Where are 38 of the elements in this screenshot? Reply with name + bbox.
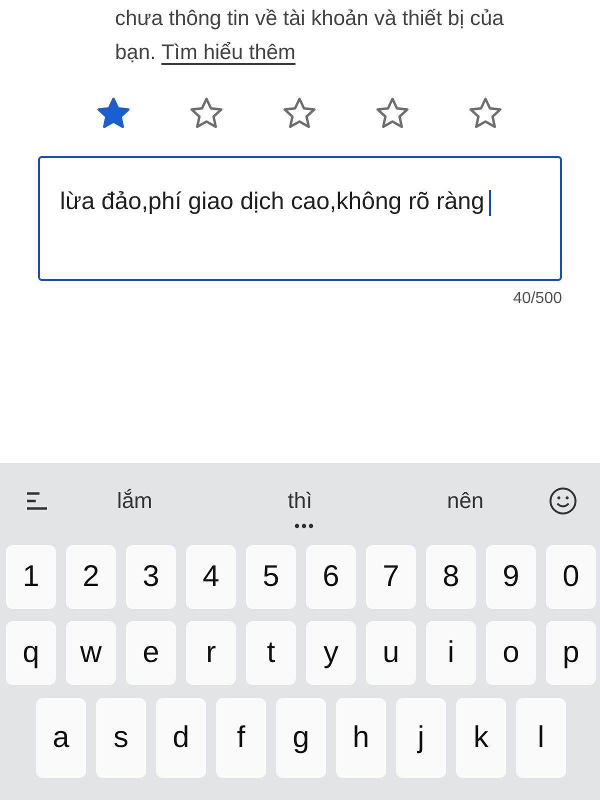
suggestion-word[interactable]: nên: [382, 488, 548, 514]
keyboard-key[interactable]: w: [66, 621, 116, 685]
keyboard-key[interactable]: a: [36, 698, 86, 778]
keyboard-key[interactable]: p: [546, 621, 596, 685]
keyboard-key[interactable]: 8: [426, 545, 476, 609]
keyboard-key[interactable]: d: [156, 698, 206, 778]
learn-more-link[interactable]: Tìm hiểu thêm: [161, 41, 296, 64]
keyboard-key[interactable]: 7: [366, 545, 416, 609]
keyboard-key[interactable]: y: [306, 621, 356, 685]
keyboard-key[interactable]: e: [126, 621, 176, 685]
keyboard-key[interactable]: g: [276, 698, 326, 778]
info-paragraph: chưa thông tin về tài khoản và thiết bị của bạn. Tìm hiểu thêm: [114, 6, 505, 66]
keyboard-key[interactable]: o: [486, 621, 536, 685]
keyboard-key[interactable]: 3: [126, 545, 176, 609]
more-dots-icon[interactable]: [292, 523, 316, 529]
keyboard-key[interactable]: u: [366, 621, 416, 685]
review-input-field[interactable]: lừa đảo,phí giao dịch cao,không rõ ràng: [38, 156, 562, 281]
keyboard-key[interactable]: j: [396, 698, 446, 778]
keyboard-key[interactable]: 5: [246, 545, 296, 609]
keyboard-key[interactable]: h: [336, 698, 386, 778]
keyboard-key[interactable]: 6: [306, 545, 356, 609]
keyboard-key[interactable]: 0: [546, 545, 596, 609]
keyboard-key[interactable]: 2: [66, 545, 116, 609]
keyboard-key[interactable]: q: [6, 621, 56, 685]
suggestion-word[interactable]: thì: [217, 488, 383, 514]
keyboard-key[interactable]: 1: [6, 545, 56, 609]
keyboard-key[interactable]: k: [456, 698, 506, 778]
keyboard-key[interactable]: 9: [486, 545, 536, 609]
keyboard-key[interactable]: t: [246, 621, 296, 685]
suggestion-word[interactable]: lắm: [52, 488, 218, 514]
keyboard-key[interactable]: s: [96, 698, 146, 778]
keyboard-key[interactable]: r: [186, 621, 236, 685]
character-counter: 40/500: [513, 290, 562, 308]
keyboard-key[interactable]: i: [426, 621, 476, 685]
keyboard-key[interactable]: f: [216, 698, 266, 778]
keyboard-key[interactable]: l: [516, 698, 566, 778]
emoji-icon[interactable]: [548, 486, 578, 516]
keyboard-key[interactable]: 4: [186, 545, 236, 609]
